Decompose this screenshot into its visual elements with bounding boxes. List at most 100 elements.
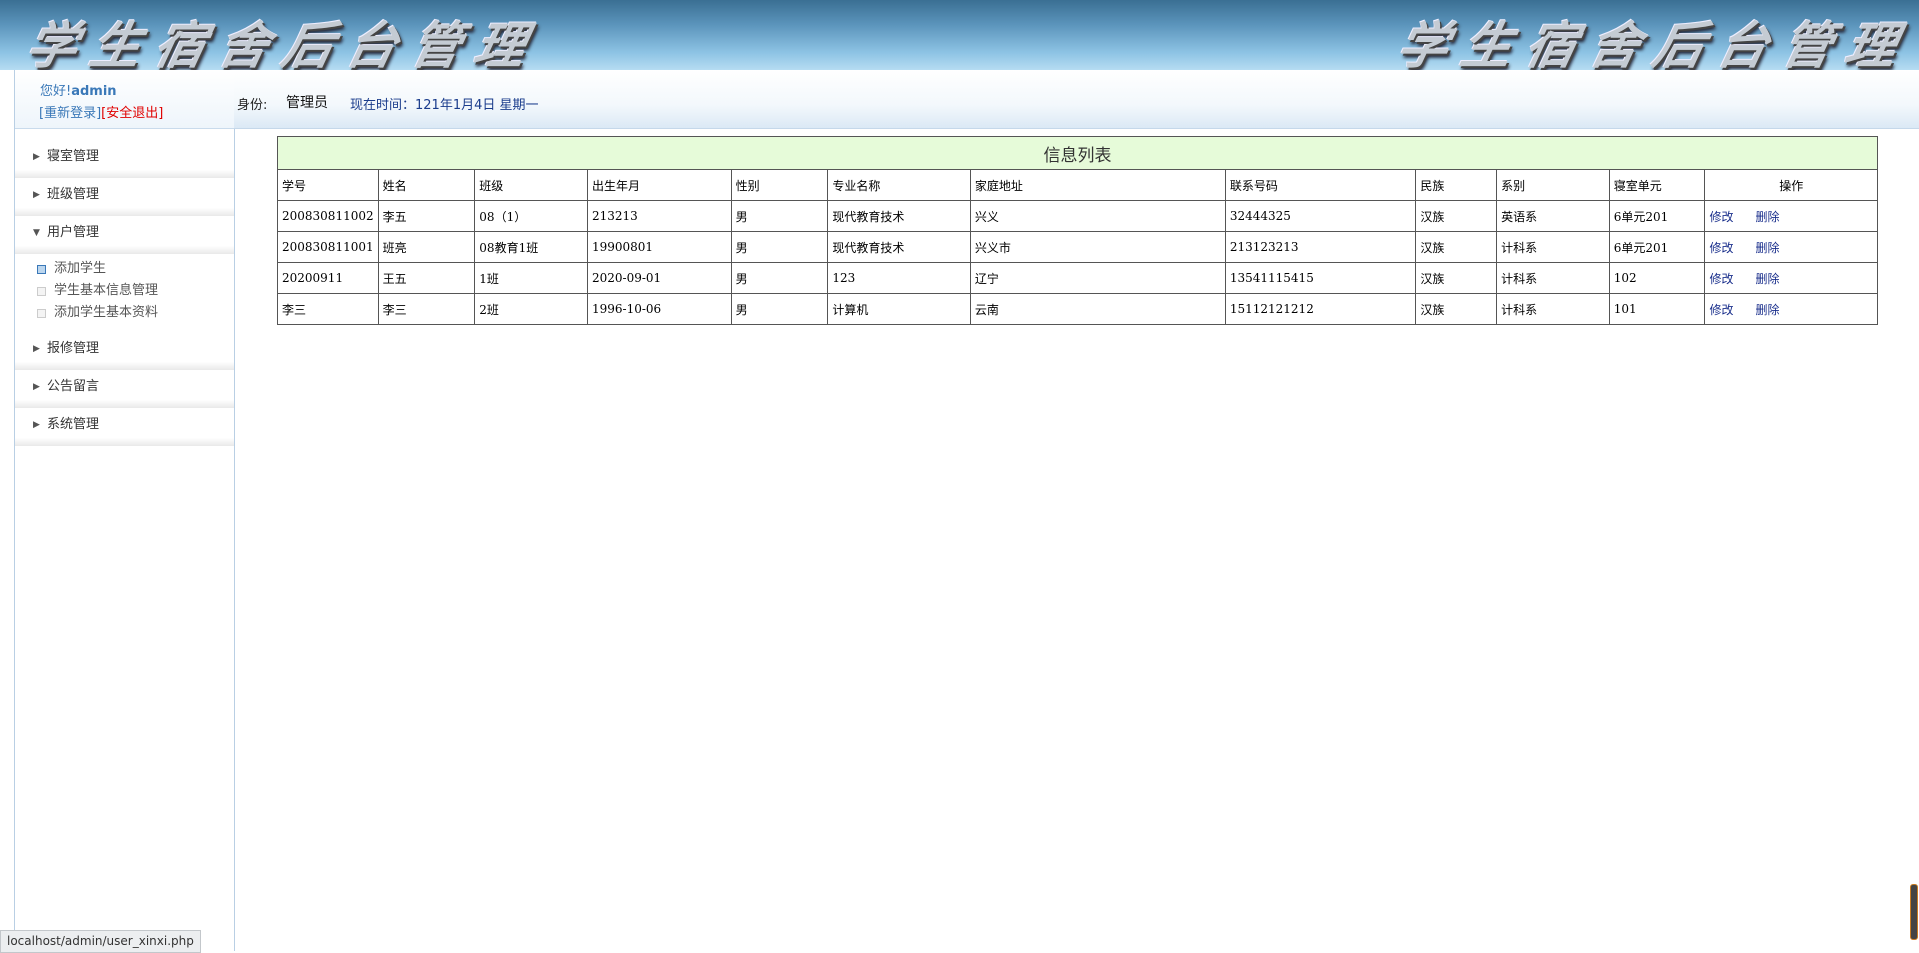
menu-item-notice[interactable]: ▶ 公告留言 [15,370,234,408]
role-value: 管理员 [286,95,328,111]
column-header: 寝室单元 [1608,169,1706,201]
status-bar-url: localhost/admin/user_xinxi.php [0,930,201,953]
submenu-label: 添加学生 [54,261,107,276]
users-submenu: 添加学生 学生基本信息管理 添加学生基本资料 [15,254,234,332]
table-cell: 08（1） [474,200,588,232]
delete-link[interactable]: 删除 [1755,210,1779,224]
table-cell: 123 [827,262,971,294]
column-header: 出生年月 [586,169,732,201]
table-cell: 计科系 [1496,293,1610,325]
table-cell: 男 [730,293,829,325]
table-caption: 信息列表 [277,136,1878,170]
menu-label: 报修管理 [47,341,100,356]
submenu-add-student[interactable]: 添加学生 [15,258,234,280]
bullet-icon [37,265,46,274]
menu-item-dorm[interactable]: ▶ 寝室管理 [15,140,234,178]
column-header: 家庭地址 [969,169,1226,201]
column-header: 性别 [730,169,829,201]
submenu-label: 添加学生基本资料 [54,305,159,320]
column-header: 学号 [277,169,379,201]
chevron-right-icon: ▶ [33,382,40,392]
table-cell: 李三 [277,293,379,325]
menu-label: 寝室管理 [47,149,100,164]
table-cell: 汉族 [1415,200,1498,232]
table-cell: 1班 [474,262,588,294]
submenu-add-profile[interactable]: 添加学生基本资料 [15,302,234,324]
banner-title-right: 学生宿舍后台管理 [1391,16,1917,70]
table-cell: 汉族 [1415,293,1498,325]
table-cell: 15112121212 [1224,293,1417,325]
chevron-right-icon: ▶ [33,420,40,430]
delete-link[interactable]: 删除 [1755,303,1779,317]
table-cell: 19900801 [586,231,732,263]
sidebar: 您好!admin [重新登录][安全退出] ▶ 寝室管理 ▶ 班级管理 ▼ 用户… [14,70,235,951]
menu-item-users[interactable]: ▼ 用户管理 [15,216,234,254]
table-cell: 辽宁 [969,262,1226,294]
chevron-down-icon: ▼ [33,228,40,238]
table-cell: 101 [1608,293,1706,325]
column-header: 民族 [1415,169,1498,201]
table-cell: 计算机 [827,293,971,325]
table-cell: 男 [730,231,829,263]
menu-label: 用户管理 [47,225,100,240]
table-cell: 20200911 [277,262,379,294]
table-cell: 王五 [377,262,476,294]
chevron-right-icon: ▶ [33,152,40,162]
current-time: 现在时间：121年1月4日 星期一 [350,98,539,113]
table-cell: 213123213 [1224,231,1417,263]
table-cell: 6单元201 [1608,231,1706,263]
table-cell: 2班 [474,293,588,325]
table-cell: 213213 [586,200,732,232]
action-cell: 修改 删除 [1704,200,1878,232]
table-cell: 男 [730,262,829,294]
edit-link[interactable]: 修改 [1709,303,1733,317]
table-cell: 200830811002 [277,200,379,232]
table-cell: 班亮 [377,231,476,263]
delete-link[interactable]: 删除 [1755,241,1779,255]
edit-link[interactable]: 修改 [1709,272,1733,286]
column-header: 班级 [474,169,588,201]
table-cell: 云南 [969,293,1226,325]
header-banner: 学生宿舍后台管理 学生宿舍后台管理 [0,0,1919,70]
table-cell: 兴义 [969,200,1226,232]
action-cell: 修改 删除 [1704,262,1878,294]
table-cell: 英语系 [1496,200,1610,232]
relogin-link[interactable]: [重新登录] [39,106,101,121]
top-info-bar: 身份: 管理员 现在时间：121年1月4日 星期一 [234,70,1919,129]
menu-label: 班级管理 [47,187,100,202]
table-cell: 汉族 [1415,231,1498,263]
column-header: 专业名称 [827,169,971,201]
edit-link[interactable]: 修改 [1709,241,1733,255]
sidebar-menu: ▶ 寝室管理 ▶ 班级管理 ▼ 用户管理 添加学生 学生基本信息管理 添加学生基… [15,140,234,446]
bullet-icon [37,287,46,296]
submenu-student-info[interactable]: 学生基本信息管理 [15,280,234,302]
menu-label: 系统管理 [47,417,100,432]
table-row: 李三 李三 2班 1996-10-06 男 计算机 云南 15112121212… [277,293,1878,325]
table-cell: 李五 [377,200,476,232]
table-cell: 102 [1608,262,1706,294]
scrollbar[interactable] [1910,884,1918,940]
greeting-prefix: 您好! [40,84,72,99]
submenu-label: 学生基本信息管理 [54,283,159,298]
column-header: 操作 [1704,169,1878,201]
delete-link[interactable]: 删除 [1755,272,1779,286]
menu-item-system[interactable]: ▶ 系统管理 [15,408,234,446]
table-cell: 现代教育技术 [827,231,971,263]
table-cell: 6单元201 [1608,200,1706,232]
action-cell: 修改 删除 [1704,293,1878,325]
table-cell: 13541115415 [1224,262,1417,294]
session-links: [重新登录][安全退出] [39,102,163,121]
chevron-right-icon: ▶ [33,190,40,200]
column-header: 联系号码 [1224,169,1417,201]
info-table: 信息列表 学号 姓名 班级 出生年月 性别 专业名称 家庭地址 联系号码 民族 … [277,136,1878,325]
action-cell: 修改 删除 [1704,231,1878,263]
menu-item-class[interactable]: ▶ 班级管理 [15,178,234,216]
identity-label: 身份: [237,98,268,113]
table-cell: 1996-10-06 [586,293,732,325]
table-cell: 汉族 [1415,262,1498,294]
edit-link[interactable]: 修改 [1709,210,1733,224]
menu-item-repair[interactable]: ▶ 报修管理 [15,332,234,370]
table-caption-row: 信息列表 [277,136,1878,170]
table-cell: 男 [730,200,829,232]
logout-link[interactable]: [安全退出] [101,106,163,121]
